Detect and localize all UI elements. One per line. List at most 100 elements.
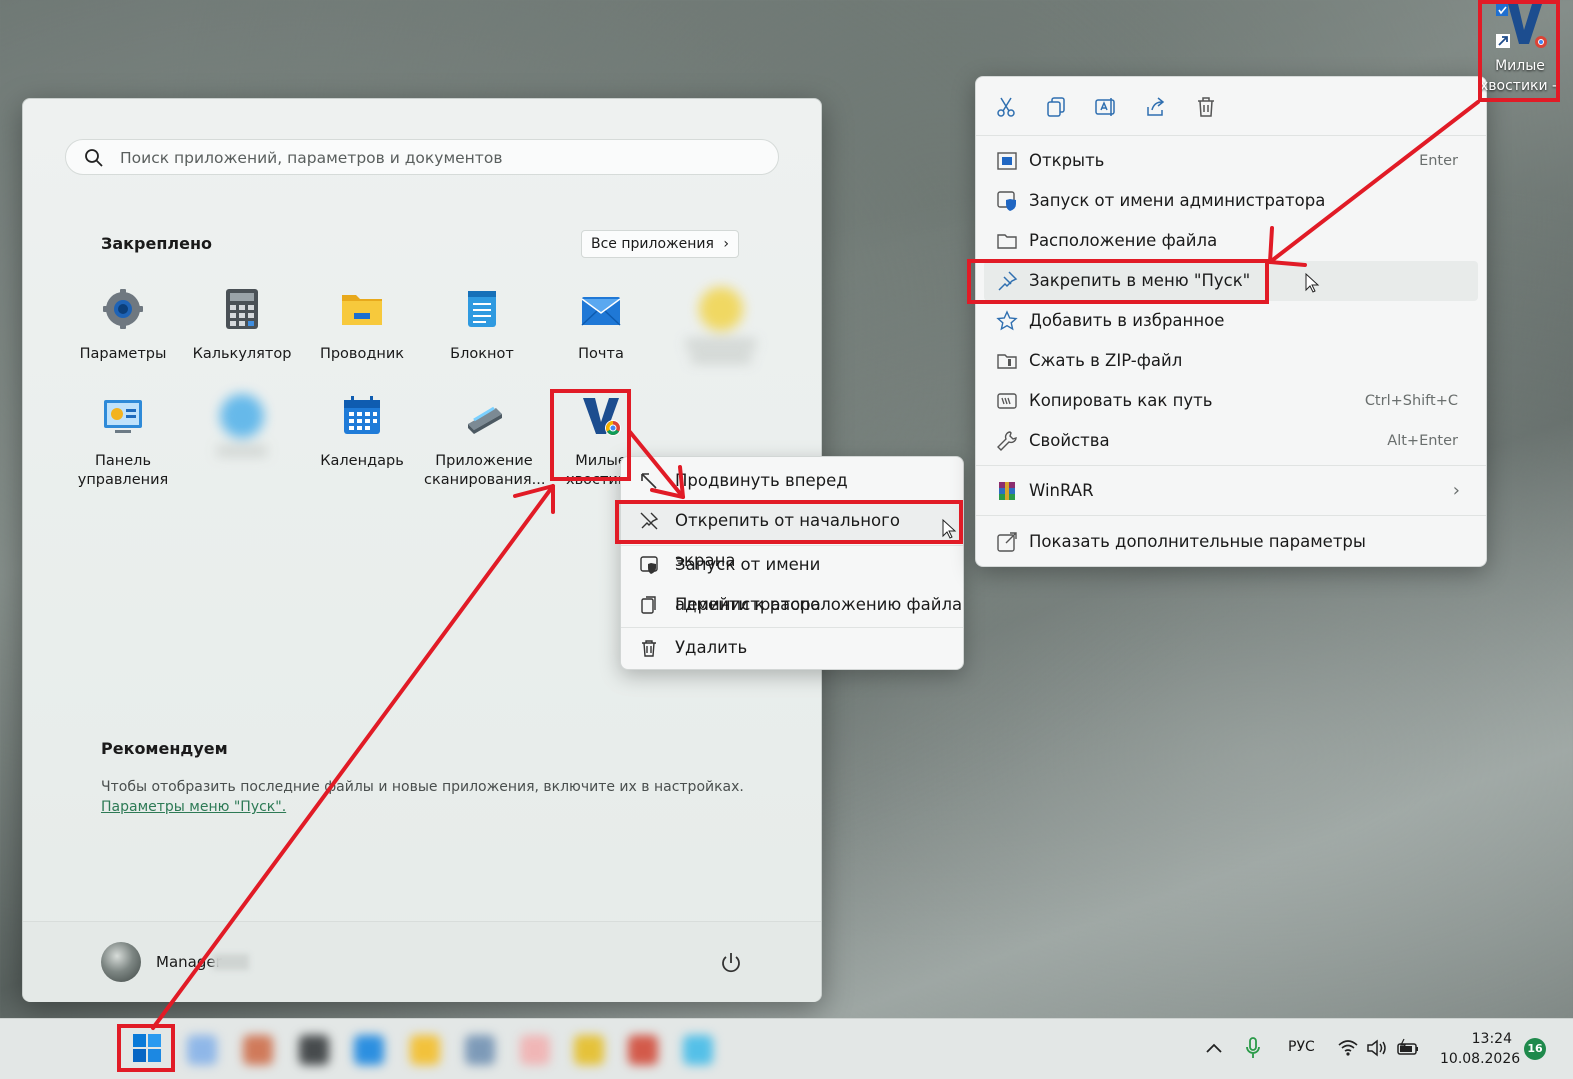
menu-item-label: Перейти к расположению файла bbox=[675, 595, 963, 614]
menu-item-label: Показать дополнительные параметры bbox=[1029, 532, 1366, 551]
pinned-app-control-panel[interactable]: Панель управления bbox=[65, 394, 181, 490]
share-icon[interactable] bbox=[1144, 95, 1168, 119]
menu-item-delete[interactable]: Удалить bbox=[621, 628, 963, 668]
app-label: Календарь bbox=[320, 453, 404, 469]
notification-badge[interactable]: 16 bbox=[1524, 1038, 1546, 1060]
all-apps-button[interactable]: Все приложения › bbox=[581, 230, 739, 258]
pinned-app-explorer[interactable]: Проводник bbox=[304, 287, 420, 364]
pinned-app-notepad[interactable]: Блокнот bbox=[424, 287, 540, 364]
pinned-app-blurred[interactable] bbox=[184, 394, 300, 460]
admin-shield-icon bbox=[640, 556, 658, 574]
folder-icon bbox=[342, 295, 382, 325]
volume-icon[interactable] bbox=[1366, 1038, 1388, 1058]
language-indicator[interactable]: РУС bbox=[1288, 1039, 1315, 1055]
user-name-redacted bbox=[213, 954, 249, 970]
annotation-box-pin-to-start bbox=[967, 259, 1269, 304]
copy-icon[interactable] bbox=[1044, 95, 1068, 119]
chevron-right-icon: › bbox=[723, 236, 729, 252]
annotation-box-unpin bbox=[615, 500, 963, 544]
menu-item-properties[interactable]: Свойства Alt+Enter bbox=[984, 421, 1478, 461]
menu-item-show-more-options[interactable]: Показать дополнительные параметры bbox=[984, 522, 1478, 562]
calendar-icon bbox=[344, 396, 380, 434]
taskbar-app-blurred[interactable] bbox=[465, 1035, 495, 1065]
explorer-context-menu: Открыть Enter Запуск от имени администра… bbox=[975, 76, 1487, 567]
app-label: Панель управления bbox=[77, 453, 169, 488]
menu-item-open[interactable]: Открыть Enter bbox=[984, 141, 1478, 181]
search-input[interactable]: Поиск приложений, параметров и документо… bbox=[65, 139, 779, 175]
menu-item-shortcut: Enter bbox=[1419, 153, 1458, 169]
menu-item-shortcut: Alt+Enter bbox=[1387, 433, 1458, 449]
taskbar-app-blurred[interactable] bbox=[574, 1035, 604, 1065]
start-settings-link[interactable]: Параметры меню "Пуск". bbox=[101, 799, 286, 815]
menu-item-label: Добавить в избранное bbox=[1029, 311, 1225, 330]
copy-path-icon bbox=[997, 393, 1017, 409]
more-options-icon bbox=[997, 532, 1017, 552]
clock-time: 13:24 bbox=[1471, 1031, 1512, 1047]
menu-item-label: Расположение файла bbox=[1029, 231, 1218, 250]
app-label: Приложение сканирования... bbox=[424, 453, 546, 488]
zip-icon bbox=[997, 354, 1017, 369]
taskbar-app-blurred[interactable] bbox=[683, 1035, 713, 1065]
folder-outline-icon bbox=[997, 234, 1017, 249]
blurred-app-icon bbox=[220, 394, 264, 438]
menu-item-run-as-admin[interactable]: Запуск от имени администратора bbox=[621, 545, 963, 614]
app-label: Параметры bbox=[79, 346, 167, 362]
menu-item-run-as-admin[interactable]: Запуск от имени администратора bbox=[984, 181, 1478, 221]
pinned-app-blurred[interactable] bbox=[663, 287, 779, 367]
clock[interactable]: 13:24 10.08.2026 bbox=[1440, 1029, 1521, 1069]
user-name[interactable]: Manager bbox=[156, 953, 222, 971]
taskbar-app-blurred[interactable] bbox=[410, 1035, 440, 1065]
admin-shield-icon bbox=[997, 191, 1016, 211]
menu-item-label: Сжать в ZIP-файл bbox=[1029, 351, 1183, 370]
pinned-app-mail[interactable]: Почта bbox=[543, 287, 659, 364]
star-icon bbox=[996, 310, 1018, 331]
taskbar-app-blurred[interactable] bbox=[243, 1035, 273, 1065]
pinned-app-settings[interactable]: Параметры bbox=[65, 287, 181, 364]
notepad-icon bbox=[468, 291, 496, 327]
trash-icon bbox=[642, 640, 656, 657]
app-label: Проводник bbox=[319, 346, 405, 362]
wifi-icon[interactable] bbox=[1337, 1038, 1359, 1058]
delete-icon[interactable] bbox=[1194, 95, 1218, 119]
clock-date: 10.08.2026 bbox=[1440, 1051, 1521, 1067]
taskbar-app-blurred[interactable] bbox=[299, 1035, 329, 1065]
scanner-icon bbox=[468, 406, 502, 434]
menu-item-label: Удалить bbox=[675, 638, 748, 657]
menu-item-file-location[interactable]: Расположение файла bbox=[984, 221, 1478, 261]
taskbar: РУС 13:24 10.08.2026 16 bbox=[0, 1018, 1573, 1079]
gear-icon bbox=[103, 289, 143, 329]
blurred-app-icon bbox=[699, 287, 743, 331]
chevron-up-icon[interactable] bbox=[1205, 1040, 1223, 1056]
power-icon[interactable] bbox=[717, 949, 745, 977]
cut-icon[interactable] bbox=[994, 95, 1018, 119]
move-up-left-icon bbox=[641, 473, 657, 489]
pinned-app-calendar[interactable]: Календарь bbox=[304, 394, 420, 471]
pinned-app-calculator[interactable]: Калькулятор bbox=[184, 287, 300, 364]
menu-separator bbox=[976, 135, 1486, 136]
menu-item-open-file-location[interactable]: Перейти к расположению файла bbox=[621, 585, 963, 625]
avatar[interactable] bbox=[101, 942, 141, 982]
file-location-icon bbox=[641, 596, 656, 614]
battery-icon[interactable] bbox=[1396, 1037, 1420, 1059]
menu-item-winrar[interactable]: WinRAR › bbox=[984, 471, 1478, 511]
menu-item-shortcut: Ctrl+Shift+C bbox=[1364, 393, 1458, 409]
search-placeholder: Поиск приложений, параметров и документо… bbox=[120, 149, 503, 167]
annotation-box-start-button bbox=[117, 1024, 175, 1072]
start-context-menu: Продвинуть вперед Открепить от начальног… bbox=[620, 456, 964, 670]
taskbar-app-blurred[interactable] bbox=[354, 1035, 384, 1065]
taskbar-app-blurred[interactable] bbox=[520, 1035, 550, 1065]
menu-item-compress-zip[interactable]: Сжать в ZIP-файл bbox=[984, 341, 1478, 381]
app-label: Почта bbox=[578, 346, 624, 362]
microphone-icon[interactable] bbox=[1244, 1036, 1262, 1060]
pinned-app-scanner[interactable]: Приложение сканирования... bbox=[424, 394, 546, 490]
menu-item-move-up[interactable]: Продвинуть вперед bbox=[621, 461, 963, 501]
control-panel-icon bbox=[104, 400, 142, 433]
menu-item-copy-as-path[interactable]: Копировать как путь Ctrl+Shift+C bbox=[984, 381, 1478, 421]
taskbar-app-blurred[interactable] bbox=[187, 1035, 217, 1065]
chevron-right-icon: › bbox=[1452, 480, 1460, 501]
rename-icon[interactable] bbox=[1094, 95, 1118, 119]
taskbar-app-blurred[interactable] bbox=[628, 1035, 658, 1065]
menu-separator bbox=[976, 465, 1486, 466]
menu-item-add-to-favorites[interactable]: Добавить в избранное bbox=[984, 301, 1478, 341]
winrar-icon bbox=[999, 482, 1015, 500]
